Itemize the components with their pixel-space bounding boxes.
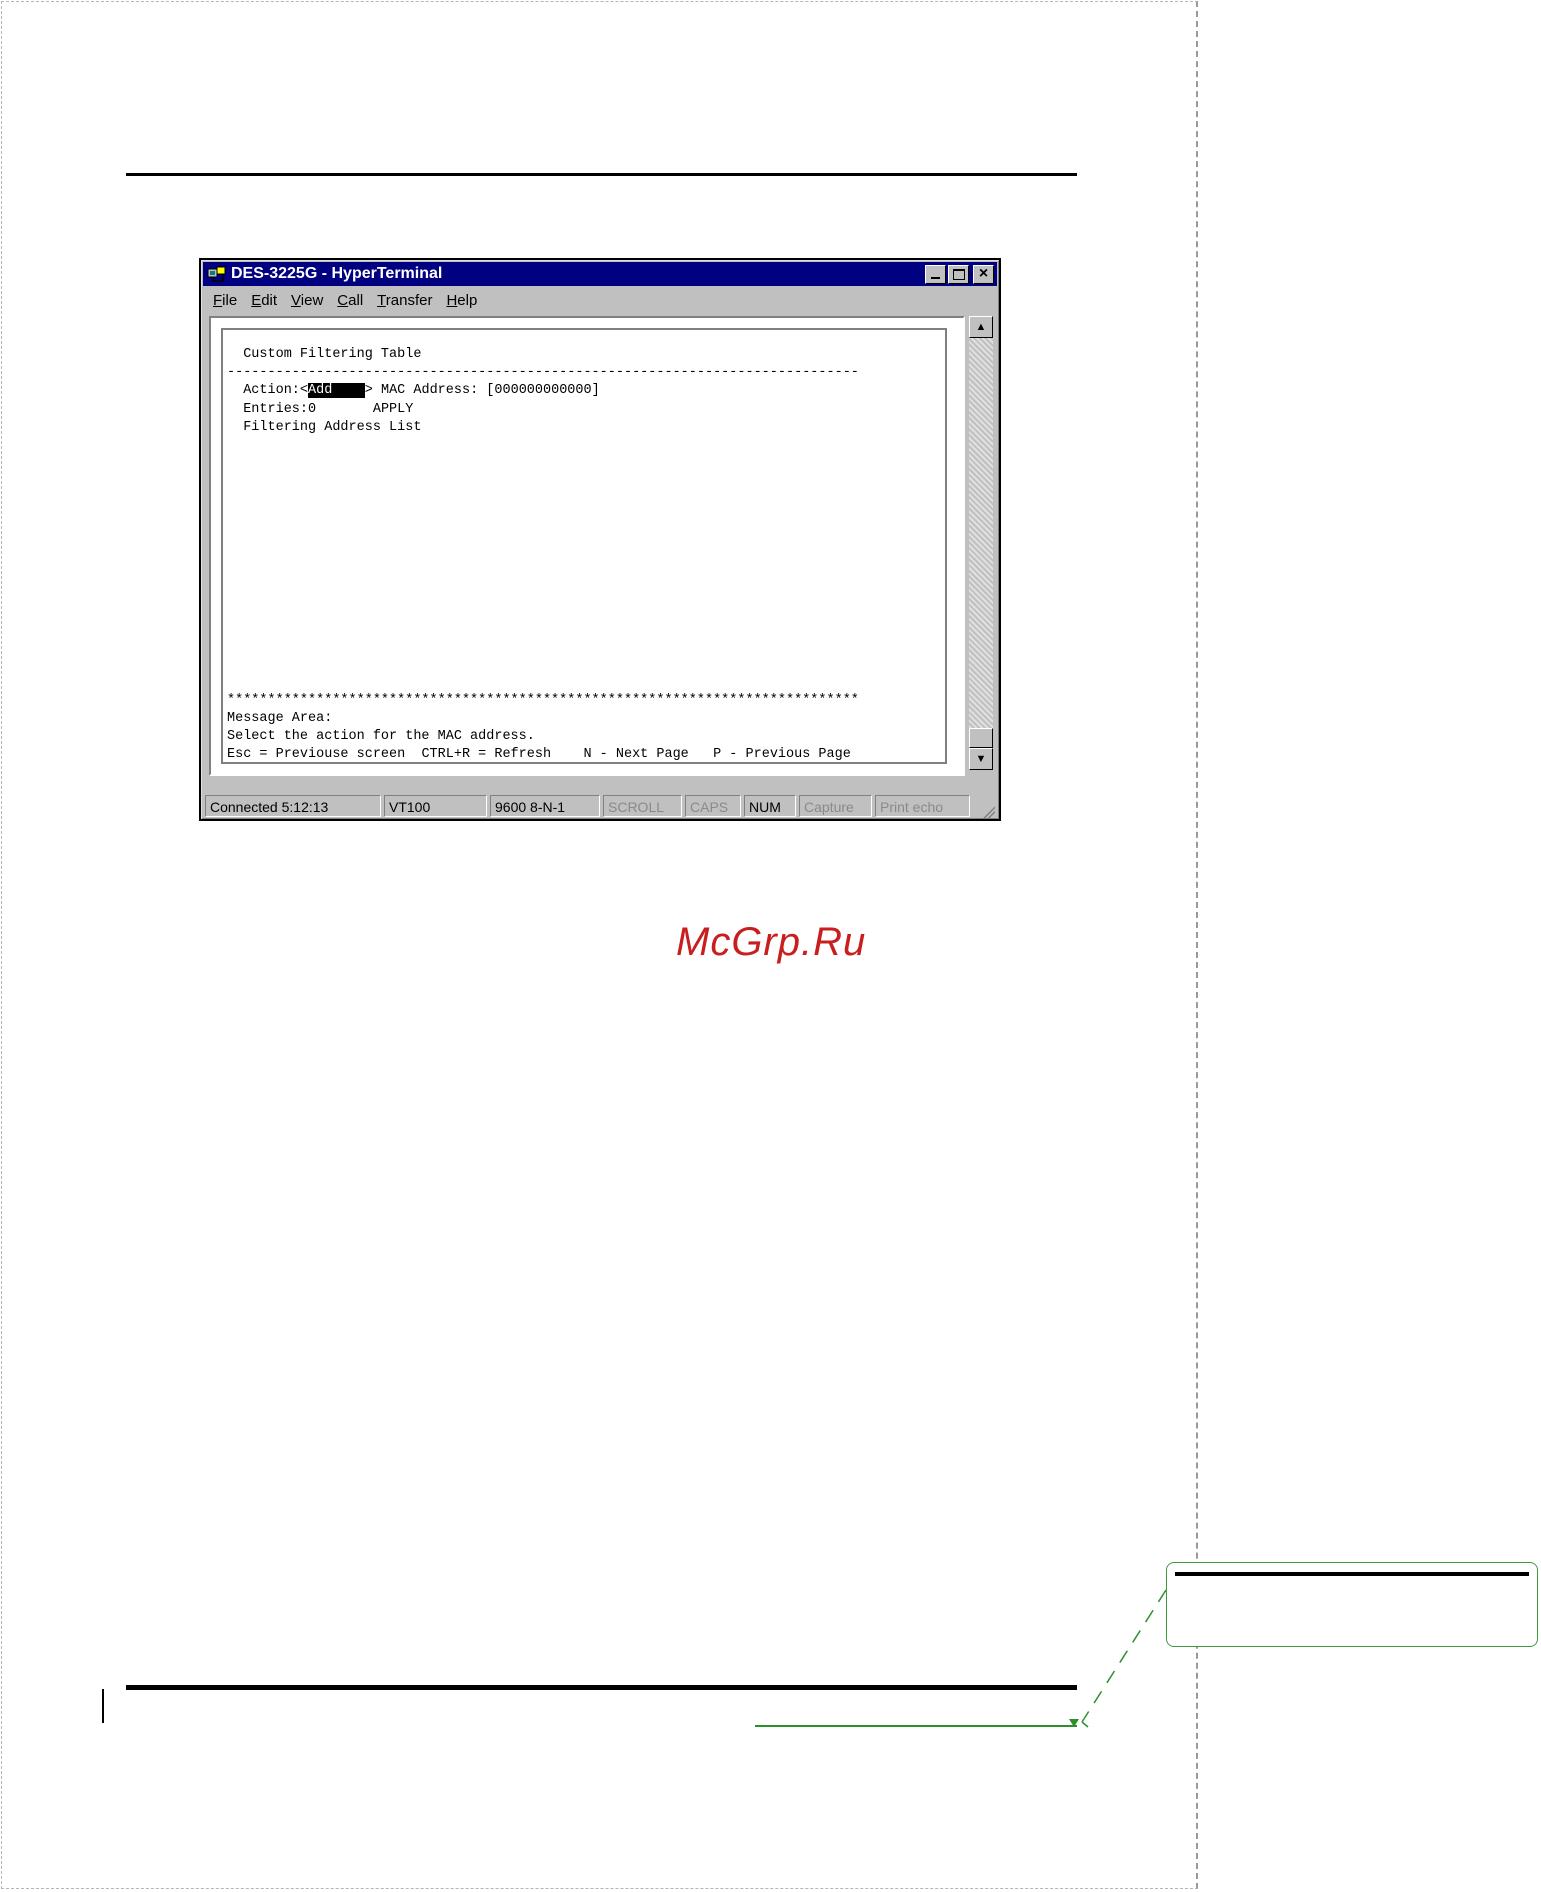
comment-balloon[interactable] [1166,1562,1538,1647]
comment-balloon-rule [1175,1572,1529,1576]
comment-anchor-marker-icon [1069,1719,1079,1727]
